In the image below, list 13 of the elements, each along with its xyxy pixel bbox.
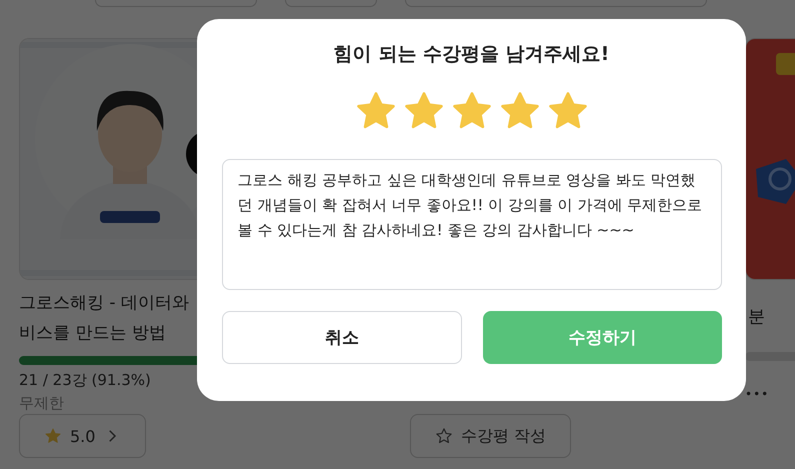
course-title: 그로스해킹 - 데이터와 — [19, 292, 189, 315]
more-icon[interactable]: ••• — [745, 387, 795, 401]
submit-button[interactable]: 수정하기 — [483, 311, 722, 364]
progress-text: 21 / 23강 (91.3%) — [19, 371, 152, 390]
review-text-field[interactable]: 그로스 해킹 공부하고 싶은 대학생인데 유튜브로 영상을 봐도 막연했던 개념들이 확 잡혀서 너무 좋아요!! 이 강의를 이 가격에 무제한으로 볼 수 있다는게 참 감사하네요! 좋은 강의 감사합니다 ~~~ — [222, 159, 722, 290]
star-outline-icon — [435, 427, 453, 445]
course-title: 비스를 만드는 방법 — [19, 322, 166, 345]
dialog-title: 힘이 되는 수강평을 남겨주세요! — [334, 42, 610, 67]
cancel-button[interactable]: 취소 — [222, 311, 462, 364]
write-review-button[interactable]: 수강평 작성 — [410, 414, 572, 458]
course-title: 분 — [748, 306, 765, 329]
star-icon — [44, 427, 62, 445]
rating-button[interactable]: 5.0 — [19, 414, 146, 458]
